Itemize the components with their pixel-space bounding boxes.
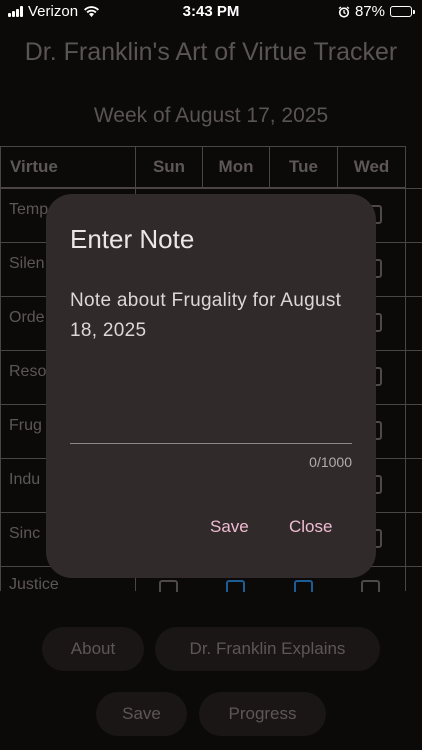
about-button[interactable]: About (42, 627, 144, 671)
virtue-name: Reso (9, 363, 47, 380)
dialog-message: Note about Frugality for August 18, 2025 (70, 290, 342, 341)
header-tue: Tue (269, 146, 338, 188)
header-sun: Sun (135, 146, 203, 188)
virtue-name: Sinc (9, 525, 41, 542)
virtue-name: Justice (9, 576, 59, 592)
header-mon: Mon (202, 146, 270, 188)
header-wed: Wed (337, 146, 406, 188)
alarm-icon (338, 5, 350, 18)
dialog-save-button[interactable]: Save (210, 517, 249, 537)
franklin-explains-button[interactable]: Dr. Franklin Explains (155, 627, 380, 671)
virtue-name: Temp (9, 201, 49, 218)
battery-percent: 87% (354, 3, 385, 20)
checkbox-checked[interactable] (294, 580, 313, 592)
save-button[interactable]: Save (96, 692, 187, 736)
checkbox-checked[interactable] (226, 580, 245, 592)
status-right: 87% (338, 3, 415, 20)
checkbox[interactable] (159, 580, 178, 592)
char-counter: 0/1000 (309, 454, 352, 470)
status-bar: Verizon 3:43 PM 87% (0, 0, 422, 24)
note-dialog: Enter Note Note about Frugality for Augu… (46, 194, 376, 578)
virtue-name: Frug (9, 417, 42, 434)
virtue-name: Orde (9, 309, 45, 326)
dialog-close-button[interactable]: Close (289, 517, 332, 537)
week-label: Week of August 17, 2025 (93, 104, 329, 127)
dialog-title: Enter Note (70, 224, 195, 254)
virtue-name: Silen (9, 255, 45, 272)
battery-icon (390, 6, 415, 17)
note-input[interactable] (70, 394, 352, 444)
virtue-name: Indu (9, 471, 41, 488)
progress-button[interactable]: Progress (199, 692, 326, 736)
checkbox[interactable] (361, 580, 380, 592)
header-virtue: Virtue (0, 146, 136, 188)
app-title: Dr. Franklin's Art of Virtue Tracker (24, 38, 398, 66)
